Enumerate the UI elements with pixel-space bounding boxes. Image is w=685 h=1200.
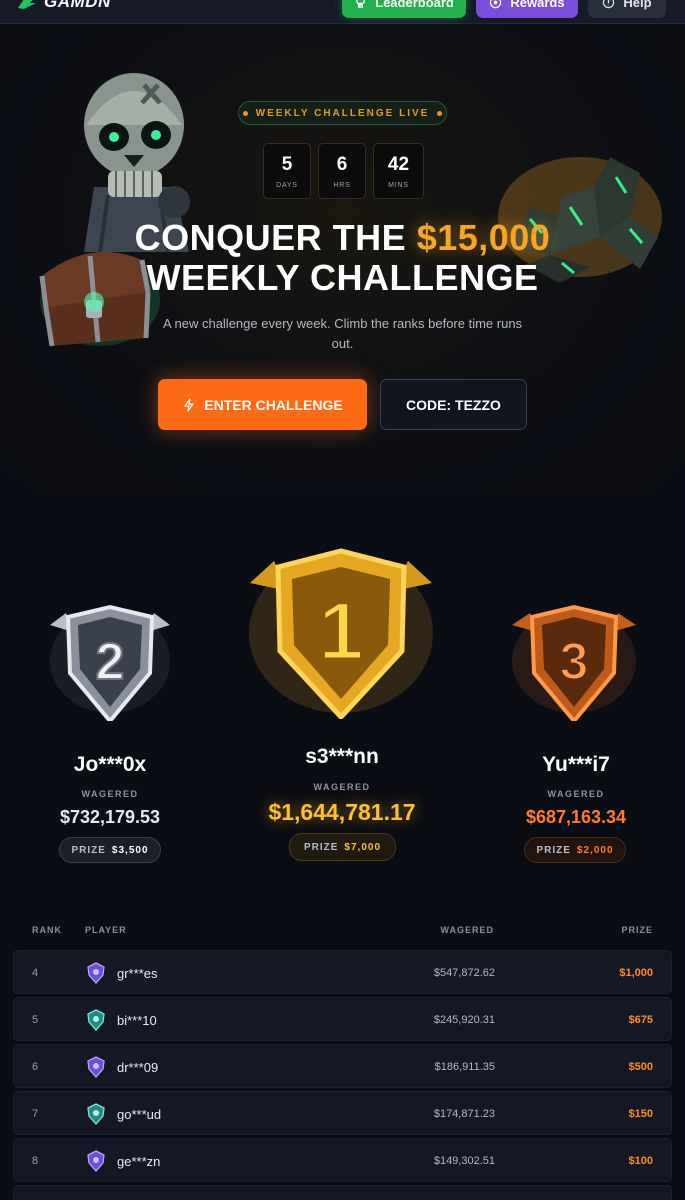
prize-label: PRIZE	[303, 841, 339, 853]
player-cell: gr***es	[117, 965, 158, 981]
rewards-label: Rewards	[510, 0, 565, 10]
weekly-challenge-live-badge: WEEKLY CHALLENGE LIVE	[238, 101, 447, 125]
wagered-amount: $687,163.34	[525, 807, 627, 827]
countdown-value: 5	[281, 153, 293, 175]
teal-badge-icon	[84, 1092, 108, 1136]
hero-subtitle: A new challenge every week. Climb the ra…	[162, 316, 523, 351]
prize-cell: $675	[628, 1014, 653, 1026]
countdown-unit: HRS	[333, 181, 351, 189]
table-row[interactable]: 7 go***ud $174,871.23 $150	[13, 1091, 672, 1135]
wagered-cell: $245,920.31	[433, 1014, 495, 1026]
live-dot-icon	[437, 110, 443, 116]
prize-column-header: PRIZE	[621, 925, 653, 935]
countdown-days: 5 DAYS	[263, 143, 311, 199]
gold-rank-1-badge-icon: 1	[249, 548, 433, 719]
prize-cell: $500	[628, 1061, 653, 1073]
help-label: Help	[623, 0, 652, 10]
brand-name: GAMDN	[44, 0, 111, 11]
player-name: Yu***i7	[542, 753, 610, 776]
countdown-minutes: 42 MINS	[373, 143, 424, 199]
wagered-cell: $149,302.51	[433, 1155, 495, 1167]
lightning-icon	[184, 397, 194, 412]
badge-number: 2	[96, 633, 125, 691]
teal-badge-icon	[84, 998, 108, 1042]
countdown-value: 42	[387, 153, 410, 175]
player-cell: ge***zn	[117, 1153, 161, 1169]
badge-number: 1	[318, 586, 364, 677]
purple-badge-icon	[84, 1045, 108, 1089]
prize-amount: $2,000	[576, 844, 614, 856]
wagered-label: WAGERED	[547, 789, 605, 799]
prize-cell: $1,000	[619, 967, 653, 979]
prize-pill: PRIZE $7,000	[289, 833, 396, 861]
logo-mark-icon	[18, 0, 36, 9]
table-row-partial[interactable]	[13, 1185, 672, 1200]
rank-cell: 8	[32, 1155, 39, 1167]
prize-pill: PRIZE $2,000	[524, 837, 626, 863]
live-label: WEEKLY CHALLENGE LIVE	[255, 107, 430, 119]
help-button[interactable]: Help	[588, 0, 666, 18]
wagered-label: WAGERED	[81, 789, 139, 799]
prize-label: PRIZE	[536, 844, 571, 856]
title-suffix: WEEKLY CHALLENGE	[146, 257, 539, 298]
countdown-value: 6	[336, 153, 348, 175]
gift-icon	[490, 0, 502, 8]
player-column-header: PLAYER	[85, 925, 127, 935]
prize-amount: $7,000	[344, 841, 382, 853]
wagered-amount: $732,179.53	[59, 807, 161, 827]
prize-label: PRIZE	[71, 844, 106, 856]
countdown-hours: 6 HRS	[318, 143, 366, 199]
rewards-button[interactable]: Rewards	[476, 0, 578, 18]
wagered-cell: $174,871.23	[433, 1108, 495, 1120]
wagered-cell: $547,872.62	[433, 967, 495, 979]
promo-code-button[interactable]: CODE: TEZZO	[380, 379, 527, 430]
player-cell: dr***09	[117, 1059, 159, 1075]
wagered-amount: $1,644,781.17	[268, 799, 416, 825]
table-row[interactable]: 6 dr***09 $186,911.35 $500	[13, 1044, 672, 1088]
title-prize-amount: $15,000	[416, 217, 551, 258]
rank-cell: 4	[32, 967, 39, 979]
purple-badge-icon	[84, 951, 108, 995]
prize-amount: $3,500	[111, 844, 149, 856]
rank-cell: 5	[32, 1014, 39, 1026]
silver-rank-2-badge-icon: 2	[50, 604, 170, 721]
hero-section: WEEKLY CHALLENGE LIVE 5 DAYS 6 HRS 42 MI…	[0, 25, 685, 495]
rank-column-header: RANK	[32, 925, 62, 935]
purple-badge-icon	[84, 1139, 108, 1183]
rank-cell: 7	[32, 1108, 39, 1120]
leaderboard-label: Leaderboard	[375, 0, 454, 10]
countdown-unit: MINS	[388, 181, 409, 189]
leaderboard-table-header: RANK PLAYER WAGERED PRIZE	[0, 925, 685, 939]
top-nav: GAMDN Leaderboard Rewards Help	[0, 0, 685, 24]
wagered-label: WAGERED	[313, 782, 371, 792]
player-name: Jo***0x	[73, 753, 147, 776]
wagered-column-header: WAGERED	[440, 925, 494, 935]
trophy-icon	[356, 0, 365, 8]
wagered-cell: $186,911.35	[434, 1061, 495, 1073]
promo-code-label: CODE: TEZZO	[406, 396, 501, 413]
title-prefix: CONQUER THE	[134, 217, 407, 258]
help-icon	[603, 0, 615, 8]
prize-cell: $150	[628, 1108, 653, 1120]
brand-logo[interactable]: GAMDN	[16, 0, 111, 12]
player-cell: go***ud	[117, 1106, 162, 1122]
table-row[interactable]: 4 gr***es $547,872.62 $1,000	[13, 950, 672, 994]
prize-cell: $100	[628, 1155, 653, 1167]
live-dot-icon	[242, 110, 248, 116]
podium-section: 2 1 3 Jo***0x WAGERED $732,179.53 PRIZE …	[0, 495, 685, 885]
countdown-timer: 5 DAYS 6 HRS 42 MINS	[263, 143, 424, 199]
rank-cell: 6	[32, 1061, 39, 1073]
hero-title: CONQUER THE $15,000 WEEKLY CHALLENGE	[0, 218, 685, 298]
enter-challenge-label: ENTER CHALLENGE	[204, 396, 343, 413]
badge-number: 3	[560, 633, 589, 691]
prize-pill: PRIZE $3,500	[59, 837, 161, 863]
player-cell: bi***10	[117, 1012, 157, 1028]
enter-challenge-button[interactable]: ENTER CHALLENGE	[158, 379, 367, 430]
bronze-rank-3-badge-icon: 3	[512, 604, 636, 721]
leaderboard-button[interactable]: Leaderboard	[342, 0, 466, 18]
table-row[interactable]: 5 bi***10 $245,920.31 $675	[13, 997, 672, 1041]
table-row[interactable]: 8 ge***zn $149,302.51 $100	[13, 1138, 672, 1182]
player-name: s3***nn	[305, 745, 379, 768]
countdown-unit: DAYS	[276, 181, 298, 189]
